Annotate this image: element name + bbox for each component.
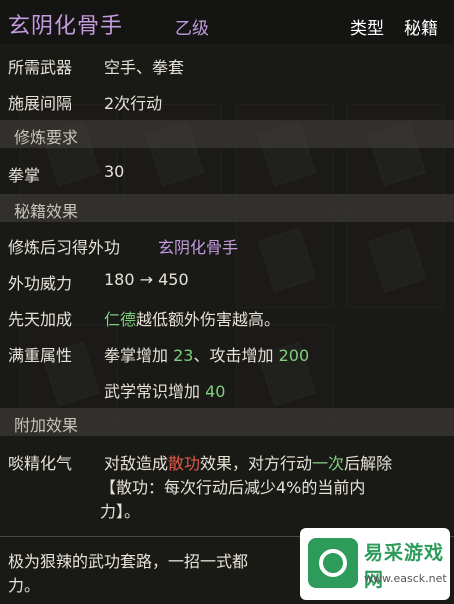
weapon-value: 空手、拳套 bbox=[104, 58, 185, 77]
item-type-value: 秘籍 bbox=[404, 19, 438, 39]
gain-value: 玄阴化骨手 bbox=[158, 238, 239, 257]
extra-effect-label: 啖精化气 bbox=[8, 454, 73, 473]
item-type-label: 类型 bbox=[350, 19, 384, 39]
item-grade: 乙级 bbox=[175, 19, 209, 39]
extra-effect-section: 附加效果 bbox=[0, 408, 454, 436]
tooltip-header: 玄阴化骨手 乙级 类型 秘籍 bbox=[0, 0, 454, 44]
site-logo-icon bbox=[308, 538, 358, 588]
effect-text: 效果，对方行动 bbox=[200, 454, 313, 473]
section-title: 附加效果 bbox=[14, 416, 79, 435]
innate-attribute: 仁德 bbox=[104, 310, 137, 329]
site-watermark-logo: 易采游戏网 www.easck.net bbox=[300, 528, 450, 600]
section-title: 修炼要求 bbox=[14, 128, 79, 147]
full-weight-label: 满重属性 bbox=[8, 346, 73, 365]
effect-text: 对敌造成 bbox=[104, 454, 169, 473]
effect-status: 散功 bbox=[168, 454, 201, 473]
skill-label: 拳掌 bbox=[8, 166, 41, 185]
interval-label: 施展间隔 bbox=[8, 94, 73, 113]
stat-name: 、攻击增加 bbox=[193, 346, 274, 365]
item-description: 极为狠辣的武功套路，一招一式都 力。 bbox=[8, 550, 308, 598]
stat-name: 拳掌增加 bbox=[104, 346, 169, 365]
interval-value: 2次行动 bbox=[104, 94, 163, 113]
gain-label: 修炼后习得外功 bbox=[8, 238, 121, 257]
weapon-label: 所需武器 bbox=[8, 58, 73, 77]
stat-name: 武学常识增加 bbox=[104, 382, 201, 401]
book-effect-section: 秘籍效果 bbox=[0, 194, 454, 222]
skill-value: 30 bbox=[104, 162, 125, 181]
stat-value: 40 bbox=[205, 382, 226, 401]
innate-label: 先天加成 bbox=[8, 310, 73, 329]
item-tooltip-panel: 玄阴化骨手 乙级 类型 秘籍 所需武器 空手、拳套 施展间隔 2次行动 修炼要求… bbox=[0, 0, 454, 604]
innate-bonus: 仁德越低额外伤害越高。 bbox=[104, 306, 280, 330]
stat-value: 200 bbox=[278, 346, 310, 365]
description-line: 力。 bbox=[8, 576, 41, 595]
power-value: 180 → 450 bbox=[104, 270, 189, 289]
practice-requirements-section: 修炼要求 bbox=[0, 120, 454, 148]
extra-effect-line-1: 对敌造成散功效果，对方行动一次后解除 bbox=[104, 450, 392, 474]
full-weight-line-2: 武学常识增加 40 bbox=[104, 378, 225, 402]
extra-effect-line-3: 力】。 bbox=[100, 502, 141, 521]
description-line: 极为狠辣的武功套路，一招一式都 bbox=[8, 552, 249, 571]
section-title: 秘籍效果 bbox=[14, 202, 79, 221]
effect-count: 一次 bbox=[312, 454, 345, 473]
effect-text: 后解除 bbox=[344, 454, 393, 473]
extra-effect-line-2: 【散功：每次行动后减少4%的当前内 bbox=[100, 478, 366, 497]
item-title: 玄阴化骨手 bbox=[8, 14, 124, 39]
stat-value: 23 bbox=[173, 346, 194, 365]
power-label: 外功威力 bbox=[8, 274, 73, 293]
full-weight-line-1: 拳掌增加 23、攻击增加 200 bbox=[104, 342, 309, 366]
site-url: www.easck.net bbox=[364, 572, 447, 585]
innate-text: 越低额外伤害越高。 bbox=[136, 310, 281, 329]
